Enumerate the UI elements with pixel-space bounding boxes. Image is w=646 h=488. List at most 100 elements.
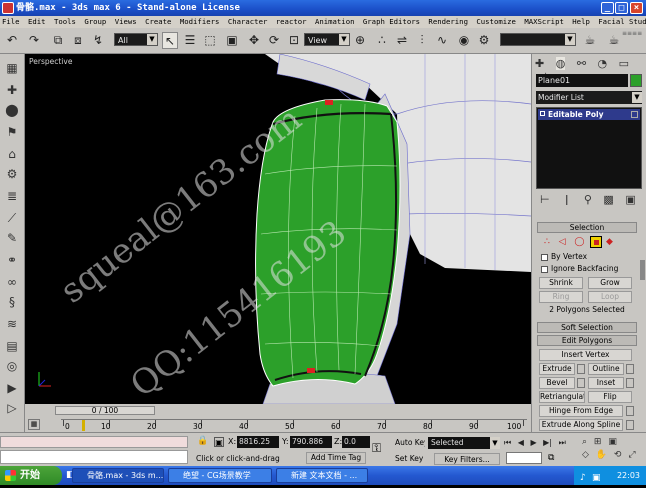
maximize-viewport-icon[interactable]: ⤢ xyxy=(628,450,635,460)
quick-render-icon[interactable]: ☕ xyxy=(582,32,598,49)
key-selection-dropdown[interactable]: Selected ▼ xyxy=(428,437,500,449)
play-icon[interactable]: ▷ xyxy=(4,400,20,416)
display-tab-icon[interactable]: ▭ xyxy=(619,57,629,70)
make-unique-icon[interactable]: ⚲ xyxy=(584,193,592,206)
viewport-label[interactable]: Perspective xyxy=(29,57,72,66)
menu-rendering[interactable]: Rendering xyxy=(428,17,468,26)
modify-tab-icon[interactable]: ◍ xyxy=(555,57,566,70)
analyze-icon[interactable]: ◎ xyxy=(4,358,20,374)
hinge-from-edge-button[interactable]: Hinge From Edge xyxy=(539,405,623,417)
auto-key-button[interactable]: Auto Key xyxy=(395,437,425,449)
material-editor-icon[interactable]: ◉ xyxy=(456,32,472,49)
scale-icon[interactable]: ⊡ xyxy=(286,32,302,49)
menu-reactor[interactable]: reactor xyxy=(276,17,307,26)
window-crossing-icon[interactable]: ▣ xyxy=(224,32,240,49)
hierarchy-tab-icon[interactable]: ⚯ xyxy=(577,57,586,70)
menu-customize[interactable]: Customize xyxy=(476,17,516,26)
start-button[interactable]: 开始 xyxy=(0,466,62,485)
grow-button[interactable]: Grow xyxy=(588,277,632,289)
bevel-settings-icon[interactable] xyxy=(577,378,585,388)
snap-toggle-icon[interactable]: ∴ xyxy=(374,32,390,49)
absolute-mode-icon[interactable]: ▣ xyxy=(214,437,224,447)
brush-icon[interactable]: ⟋ xyxy=(4,210,20,226)
element-level-icon[interactable]: ◆ xyxy=(606,236,613,248)
motion-tab-icon[interactable]: ◔ xyxy=(598,57,608,70)
previous-frame-icon[interactable]: ◀ xyxy=(518,438,524,447)
bind-space-warp-icon[interactable]: ↯ xyxy=(90,32,106,49)
select-object-icon[interactable]: ↖ xyxy=(162,32,178,49)
time-config-icon[interactable]: ⧉ xyxy=(548,453,554,463)
menu-maxscript[interactable]: MAXScript xyxy=(524,17,564,26)
taskbar-item-3dsmax[interactable]: 骨骼.max - 3ds m... xyxy=(72,468,164,483)
play-animation-icon[interactable]: ▶ xyxy=(530,438,536,447)
extrude-spline-settings-icon[interactable] xyxy=(626,420,634,430)
bevel-button[interactable]: Bevel xyxy=(539,377,575,389)
maximize-button[interactable]: □ xyxy=(615,2,628,14)
menu-tools[interactable]: Tools xyxy=(54,17,76,26)
create-tab-icon[interactable]: ✚ xyxy=(535,57,544,70)
show-end-result-icon[interactable]: ǀ xyxy=(565,193,568,206)
perspective-viewport[interactable]: Perspective squeal@163.com QQ:115416193 xyxy=(25,54,531,404)
go-to-end-icon[interactable]: ⏭ xyxy=(559,438,566,447)
toolbar-grip[interactable]: ≡≡≡≡ xyxy=(622,31,642,51)
track-view-icon[interactable]: ▦ xyxy=(28,419,40,430)
pan-icon[interactable]: ✋ xyxy=(596,450,607,460)
unlink-icon[interactable]: ⧈ xyxy=(70,32,86,49)
outline-settings-icon[interactable] xyxy=(626,364,634,374)
shrink-button[interactable]: Shrink xyxy=(539,277,583,289)
selection-filter-dropdown[interactable]: All ▼ xyxy=(114,33,158,46)
pin-stack-icon[interactable]: ⊢ xyxy=(540,193,550,206)
render-setup-icon[interactable]: ⚙ xyxy=(476,32,492,49)
configure-modifier-icon[interactable]: ▣ xyxy=(625,193,635,206)
spanner-icon[interactable]: ✎ xyxy=(4,230,20,246)
undo-icon[interactable]: ↶ xyxy=(4,32,20,49)
insert-vertex-button[interactable]: Insert Vertex xyxy=(539,349,632,361)
modifier-list-dropdown[interactable]: Modifier List ▼ xyxy=(536,91,642,104)
vertex-level-icon[interactable]: ∴ xyxy=(544,237,550,247)
timeline-ruler[interactable]: 0 10 20 30 40 50 60 70 80 90 100 xyxy=(61,419,527,431)
edge-level-icon[interactable]: ◁ xyxy=(559,237,566,247)
maxscript-listener[interactable] xyxy=(0,436,188,448)
current-frame-field[interactable] xyxy=(506,452,542,464)
x-coordinate-field[interactable]: 8816.25 xyxy=(237,436,279,448)
zoom-icon[interactable]: ⌕ xyxy=(582,437,587,447)
polygon-level-icon[interactable] xyxy=(590,236,602,248)
ignore-backfacing-checkbox[interactable]: Ignore Backfacing xyxy=(541,264,631,274)
key-filters-button[interactable]: Key Filters... xyxy=(434,453,500,465)
curve-editor-icon[interactable]: ∿ xyxy=(434,32,450,49)
menu-character[interactable]: Character xyxy=(228,17,268,26)
remove-modifier-icon[interactable]: ▩ xyxy=(603,193,613,206)
pivot-center-icon[interactable]: ⊕ xyxy=(352,32,368,49)
volume-icon[interactable]: ♪ xyxy=(580,469,586,488)
current-frame-marker[interactable] xyxy=(82,420,85,431)
edit-polygons-rollout-header[interactable]: Edit Polygons xyxy=(537,335,637,346)
reference-coord-dropdown[interactable]: View ▼ xyxy=(304,33,350,46)
by-vertex-checkbox[interactable]: By Vertex xyxy=(541,252,631,262)
extrude-along-spline-button[interactable]: Extrude Along Spline xyxy=(539,419,623,431)
mirror-icon[interactable]: ⇌ xyxy=(394,32,410,49)
extrude-settings-icon[interactable] xyxy=(577,364,585,374)
menu-group[interactable]: Group xyxy=(84,17,106,26)
named-selection-dropdown[interactable]: ▼ xyxy=(500,33,576,46)
time-slider[interactable]: 0 / 100 xyxy=(55,406,155,415)
link-icon[interactable]: ⧉ xyxy=(50,32,66,49)
inset-button[interactable]: Inset xyxy=(588,377,624,389)
zoom-extents-icon[interactable]: ▣ xyxy=(608,437,617,447)
expand-icon[interactable] xyxy=(540,111,545,116)
panel-scrollbar[interactable] xyxy=(640,260,645,280)
taskbar-item-notepad[interactable]: 新建 文本文档 - ... xyxy=(276,468,368,483)
zoom-all-icon[interactable]: ⊞ xyxy=(594,437,602,447)
link-chain-icon[interactable]: ⚭ xyxy=(4,252,20,268)
ring-button[interactable]: Ring xyxy=(539,291,583,303)
align-icon[interactable]: ⫶ xyxy=(414,32,430,49)
menu-file[interactable]: File xyxy=(2,17,20,26)
move-icon[interactable]: ✥ xyxy=(246,32,262,49)
soft-selection-rollout-header[interactable]: Soft Selection xyxy=(537,322,637,333)
rotate-icon[interactable]: ⟳ xyxy=(266,32,282,49)
rope-icon[interactable]: ∞ xyxy=(4,274,20,290)
hierarchy-icon[interactable]: ▦ xyxy=(4,60,20,76)
camera-icon[interactable]: ⌂ xyxy=(4,146,20,162)
preview-icon[interactable]: ▶ xyxy=(4,380,20,396)
create-icon[interactable]: ✚ xyxy=(4,82,20,98)
field-of-view-icon[interactable]: ◇ xyxy=(582,450,589,460)
